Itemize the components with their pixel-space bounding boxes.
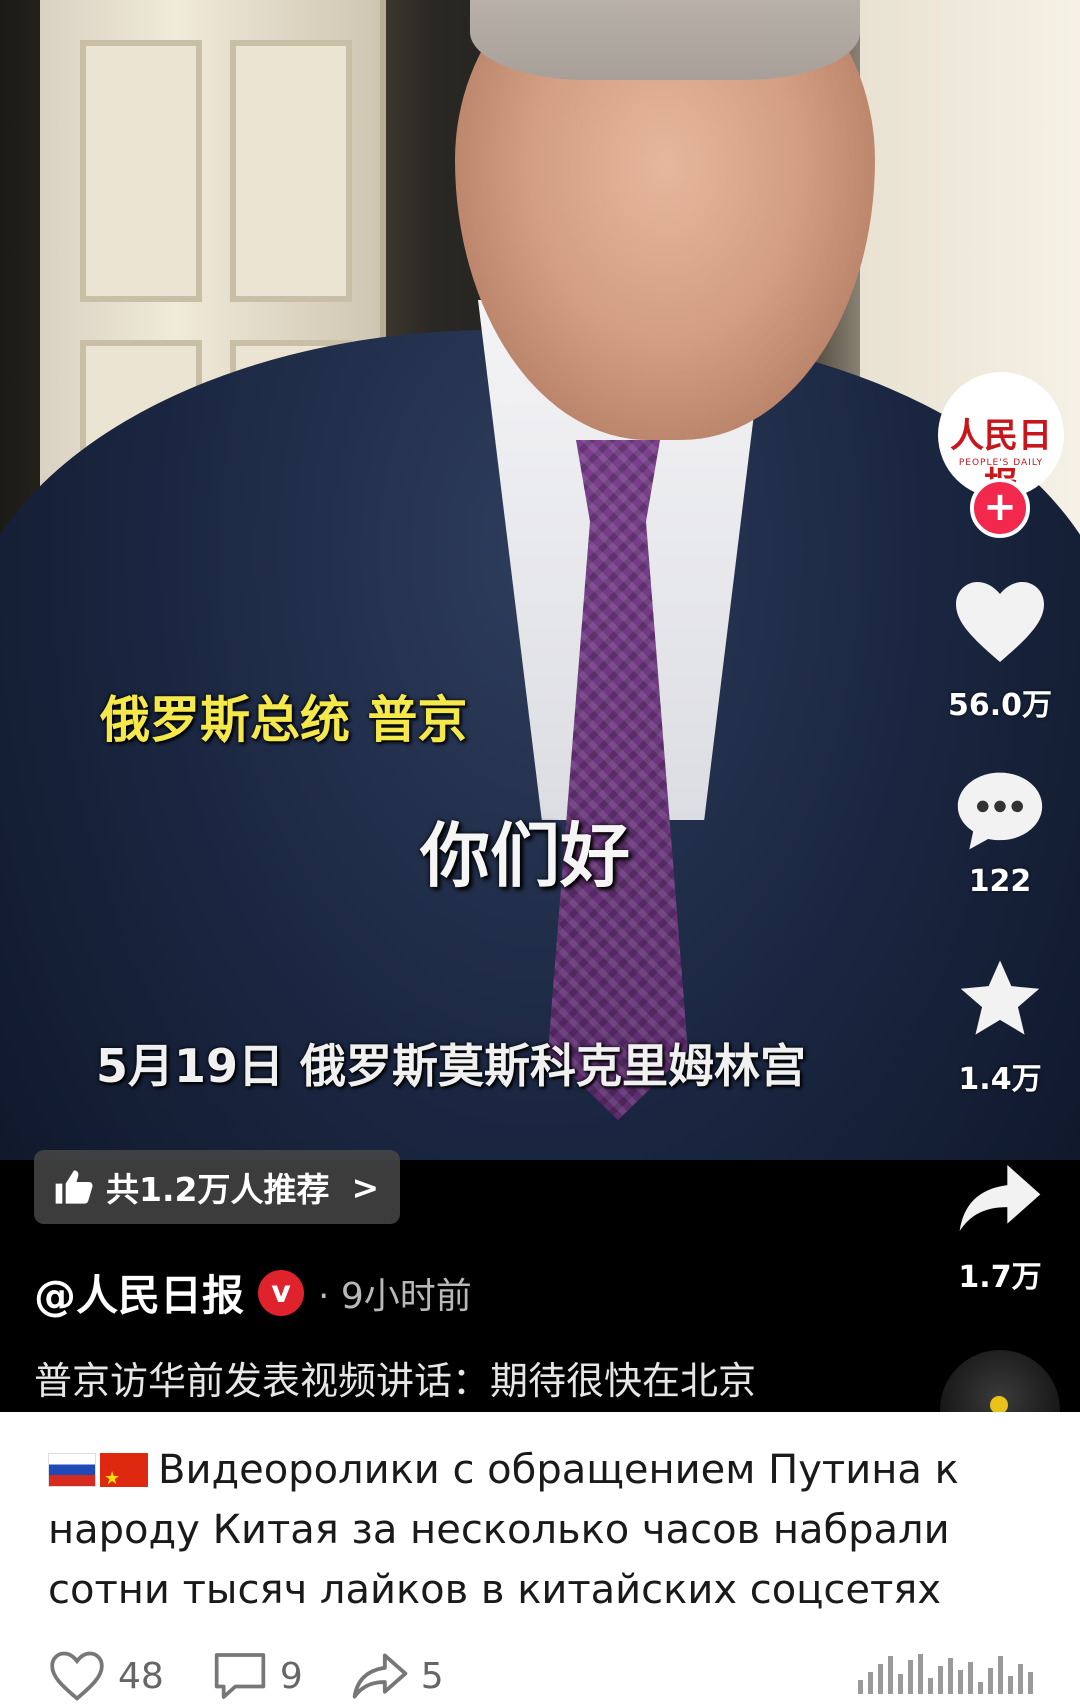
repost-button[interactable]: 5 [351, 1651, 444, 1701]
favorite-action[interactable]: 1.4万 [940, 956, 1060, 1098]
china-flag-icon [100, 1449, 148, 1509]
like-action[interactable]: 56.0万 [940, 578, 1060, 724]
share-action[interactable]: 1.7万 [940, 1160, 1060, 1296]
like-button[interactable]: 48 [48, 1650, 164, 1702]
repost-count-footer: 5 [420, 1655, 444, 1697]
speaker-hair [470, 0, 860, 80]
star-icon [960, 960, 1040, 1035]
video-description[interactable]: 普京访华前发表视频讲话：期待很快在北京 [34, 1350, 756, 1405]
author-handle-row[interactable]: @人民日报 v · 9小时前 [34, 1262, 472, 1323]
verified-badge-icon: v [258, 1269, 305, 1316]
recommend-pill[interactable]: 共1.2万人推荐 > [34, 1150, 400, 1224]
favorite-count: 1.4万 [958, 1062, 1042, 1097]
like-count: 56.0万 [947, 688, 1053, 723]
post-body: Видеоролики с обращением Путина к народу… [48, 1440, 1048, 1620]
caption-date-place: 5月19日 俄罗斯莫斯科克里姆林宫 [96, 1039, 807, 1093]
share-arrow-icon [959, 1165, 1041, 1231]
comment-count-footer: 9 [279, 1655, 303, 1697]
caption-speaker-name: 俄罗斯总统 普京 [100, 691, 468, 749]
comment-outline-icon [214, 1653, 266, 1699]
like-count-footer: 48 [118, 1655, 164, 1697]
avatar-logo-subtext: PEOPLE'S DAILY [958, 458, 1044, 468]
share-outline-icon [352, 1653, 408, 1699]
video-frame[interactable]: 俄罗斯总统 普京 你们好 5月19日 俄罗斯莫斯科克里姆林宫 人民日报 PEOP… [0, 0, 1080, 1412]
author-handle[interactable]: @人民日报 [34, 1262, 244, 1323]
comment-count: 122 [968, 864, 1032, 899]
comment-action[interactable]: 122 [940, 768, 1060, 899]
post-text: Видеоролики с обращением Путина к народу… [48, 1447, 959, 1613]
caption-greeting: 你们好 [420, 815, 630, 897]
heart-icon [956, 582, 1044, 662]
comment-bubble-icon [957, 772, 1043, 850]
thumbs-up-icon [55, 1170, 93, 1204]
follow-button[interactable]: + [970, 478, 1030, 538]
recommend-text: 共1.2万人推荐 [106, 1170, 330, 1209]
comment-button[interactable]: 9 [212, 1650, 303, 1702]
watermark-logo [858, 1654, 1033, 1694]
chevron-right-icon: > [351, 1167, 380, 1207]
share-count: 1.7万 [958, 1260, 1042, 1295]
post-time-ago: · 9小时前 [318, 1275, 472, 1317]
heart-outline-icon [50, 1651, 104, 1701]
russia-flag-icon [48, 1453, 96, 1487]
